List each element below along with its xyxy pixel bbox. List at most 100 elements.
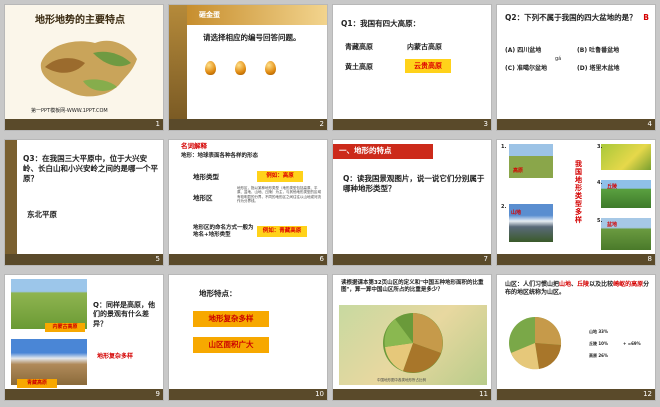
option-b: (B) 吐鲁番盆地 — [577, 47, 620, 54]
slide-thumbnail-1[interactable]: 地形地势的主要特点 第一PPT模板网-WWW.1PPT.COM 1 — [4, 4, 164, 131]
question-text: Q：同样是高原，他们的景观有什么差异？ — [93, 301, 155, 328]
slide-footer-bar: 4 — [497, 119, 655, 130]
photo-number-2: 2. — [501, 204, 507, 210]
highlighted-answer: 云贵高原 — [405, 59, 451, 73]
slide-number: 5 — [155, 255, 160, 263]
section-heading: 名词解释 — [181, 142, 207, 150]
slide-thumbnail-7[interactable]: 一、地形的特点 Q：读我国景观图片，说一说它们分别属于哪种地形类型？ 7 — [332, 139, 492, 266]
row1-label: 地形类型 — [193, 173, 219, 181]
def-part-2: 以及比较 — [589, 281, 614, 288]
slide-number: 6 — [319, 255, 324, 263]
photo2-label: 青藏高原 — [17, 379, 57, 388]
feature-2: 山区面积广大 — [193, 337, 269, 353]
photo-number-4: 4. — [597, 180, 603, 186]
slide-number: 9 — [155, 390, 160, 398]
china-relief-map-icon — [40, 40, 138, 97]
option-a: (A) 四川盆地 — [505, 47, 542, 54]
sum-text: + =69% — [623, 341, 641, 346]
slide-footer-bar: 1 — [5, 119, 163, 130]
slide-footer-bar: 11 — [333, 389, 491, 400]
slide-footer-bar: 10 — [169, 389, 327, 400]
inner-mongolia-photo — [11, 279, 87, 329]
label-hill: 丘陵 — [607, 184, 618, 190]
slide-number: 12 — [643, 390, 652, 398]
legend-hill: 丘陵 10% — [589, 341, 608, 346]
option-3: 黄土高原 — [345, 63, 373, 71]
slide-number: 2 — [319, 120, 324, 128]
question-text: 读根据课本第32页山区的定义和"中国五种地形面积的比重图"，算一算中国山区所占的… — [341, 280, 484, 294]
answer-mark: B — [643, 13, 649, 22]
photo-number-1: 1. — [501, 144, 507, 150]
slide-title: 砸金蛋 — [199, 11, 220, 19]
slide-footer-bar: 7 — [333, 254, 491, 265]
slide-thumbnail-9[interactable]: 内蒙古高原 青藏高原 Q：同样是高原，他们的景观有什么差异？ 地形复杂多样 9 — [4, 274, 164, 401]
answer-text: 东北平原 — [27, 210, 57, 219]
row2-description: 地形区，指以某种地形类型（地形类型包括高原、平原、盆地、山地、丘陵）为主，与其他… — [237, 186, 321, 204]
slide-number: 1 — [155, 120, 160, 128]
row2-label: 地形区 — [193, 194, 213, 202]
photo1-label: 内蒙古高原 — [45, 323, 85, 332]
answer-text: 地形复杂多样 — [97, 353, 134, 360]
brown-side-bar — [5, 140, 17, 254]
slide-number: 11 — [479, 390, 488, 398]
slide-thumbnail-5[interactable]: Q3：在我国三大平原中，位于大兴安岭、长白山和小兴安岭之间的是哪一个平原？ 东北… — [4, 139, 164, 266]
section-heading: 一、地形的特点 — [339, 146, 392, 155]
slide-sorter-grid: 地形地势的主要特点 第一PPT模板网-WWW.1PPT.COM 1 砸金蛋 请选… — [0, 0, 660, 407]
slide-thumbnail-4[interactable]: Q2：下列不属于我国的四大盆地的是？ B gá (A) 四川盆地 (B) 吐鲁番… — [496, 4, 656, 131]
slide-number: 3 — [483, 120, 488, 128]
option-1: 青藏高原 — [345, 43, 373, 51]
slide-thumbnail-10[interactable]: 地形特点： 地形复杂多样 山区面积广大 10 — [168, 274, 328, 401]
slide-footer-bar: 12 — [497, 389, 655, 400]
slide-number: 4 — [647, 120, 652, 128]
question-text: Q2：下列不属于我国的四大盆地的是？ B — [505, 13, 653, 23]
slide-thumbnail-3[interactable]: Q1：我国有四大高原： 青藏高原 内蒙古高原 黄土高原 云贵高原 3 — [332, 4, 492, 131]
definition-text: 山区：人们习惯山把山地、丘陵以及比较崎岖的高原分布的地区统称为山区。 — [505, 281, 653, 297]
question-text: Q3：在我国三大平原中，位于大兴安岭、长白山和小兴安岭之间的是哪一个平原？ — [23, 154, 158, 184]
vertical-title: 我国地形类型多样 — [575, 160, 582, 225]
label-basin: 盆地 — [607, 222, 618, 228]
option-2: 内蒙古高原 — [407, 43, 442, 51]
slide-number: 7 — [483, 255, 488, 263]
pinyin-ruby: gá — [555, 56, 562, 62]
plain-photo — [601, 144, 651, 170]
slide-number: 8 — [647, 255, 652, 263]
slide-title: 地形地势的主要特点 — [35, 15, 125, 26]
terrain-pie-chart — [509, 316, 562, 370]
golden-egg-icon[interactable] — [205, 61, 216, 75]
label-plateau: 高原 — [513, 168, 524, 174]
photo-number-3: 3. — [597, 144, 603, 150]
gold-side-bar — [169, 5, 187, 121]
legend-plateau: 高原 26% — [589, 353, 608, 358]
golden-egg-icon[interactable] — [235, 61, 246, 75]
slide-thumbnail-8[interactable]: 高原 1. 山地 2. 我国地形类型多样 3. 丘陵 4. 盆地 5. 8 — [496, 139, 656, 266]
slide-thumbnail-2[interactable]: 砸金蛋 请选择相应的编号回答问题。 2 — [168, 4, 328, 131]
definition-text: 地形：地球表面各种各样的形态 — [181, 153, 259, 159]
question-text: Q1：我国有四大高原： — [341, 19, 421, 28]
slide-footer-bar: 6 — [169, 254, 327, 265]
slide-number: 10 — [315, 390, 324, 398]
def-part-1: 山区：人们习惯山把 — [505, 281, 560, 288]
slide-thumbnail-6[interactable]: 名词解释 地形：地球表面各种各样的形态 地形类型 例如：高原 地形区 地形区，指… — [168, 139, 328, 266]
chart-caption: 中国地形图中各类地形所占比例 — [377, 378, 426, 382]
heading-text: 地形特点： — [199, 289, 237, 298]
option-c: (C) 准噶尔盆地 — [505, 65, 547, 72]
feature-1: 地形复杂多样 — [193, 311, 269, 327]
row3-example: 例如：青藏高原 — [257, 226, 307, 237]
slide-footer-bar: 5 — [5, 254, 163, 265]
slide-footer-bar: 8 — [497, 254, 655, 265]
highlight-mountain: 山地 — [559, 281, 572, 288]
row3-label: 地形区的命名方式一般为地名+地形类型 — [193, 225, 254, 239]
golden-egg-icon[interactable] — [265, 61, 276, 75]
highlight-hill: 丘陵 — [577, 281, 590, 288]
highlight-rugged-plateau: 崎岖的高原 — [613, 281, 644, 288]
legend-mountain: 山地 33% — [589, 329, 608, 334]
question-text: Q：读我国景观图片，说一说它们分别属于哪种地形类型？ — [343, 174, 485, 194]
slide-footer-bar: 3 — [333, 119, 491, 130]
photo-number-5: 5. — [597, 218, 603, 224]
slide-footer-bar: 9 — [5, 389, 163, 400]
question-body: Q2：下列不属于我国的四大盆地的是？ — [505, 13, 637, 22]
slide-thumbnail-11[interactable]: 读根据课本第32页山区的定义和"中国五种地形面积的比重图"，算一算中国山区所占的… — [332, 274, 492, 401]
slide-footer-bar: 2 — [169, 119, 327, 130]
option-d: (D) 塔里木盆地 — [577, 65, 620, 72]
slide-thumbnail-12[interactable]: 山区：人们习惯山把山地、丘陵以及比较崎岖的高原分布的地区统称为山区。 山地 33… — [496, 274, 656, 401]
